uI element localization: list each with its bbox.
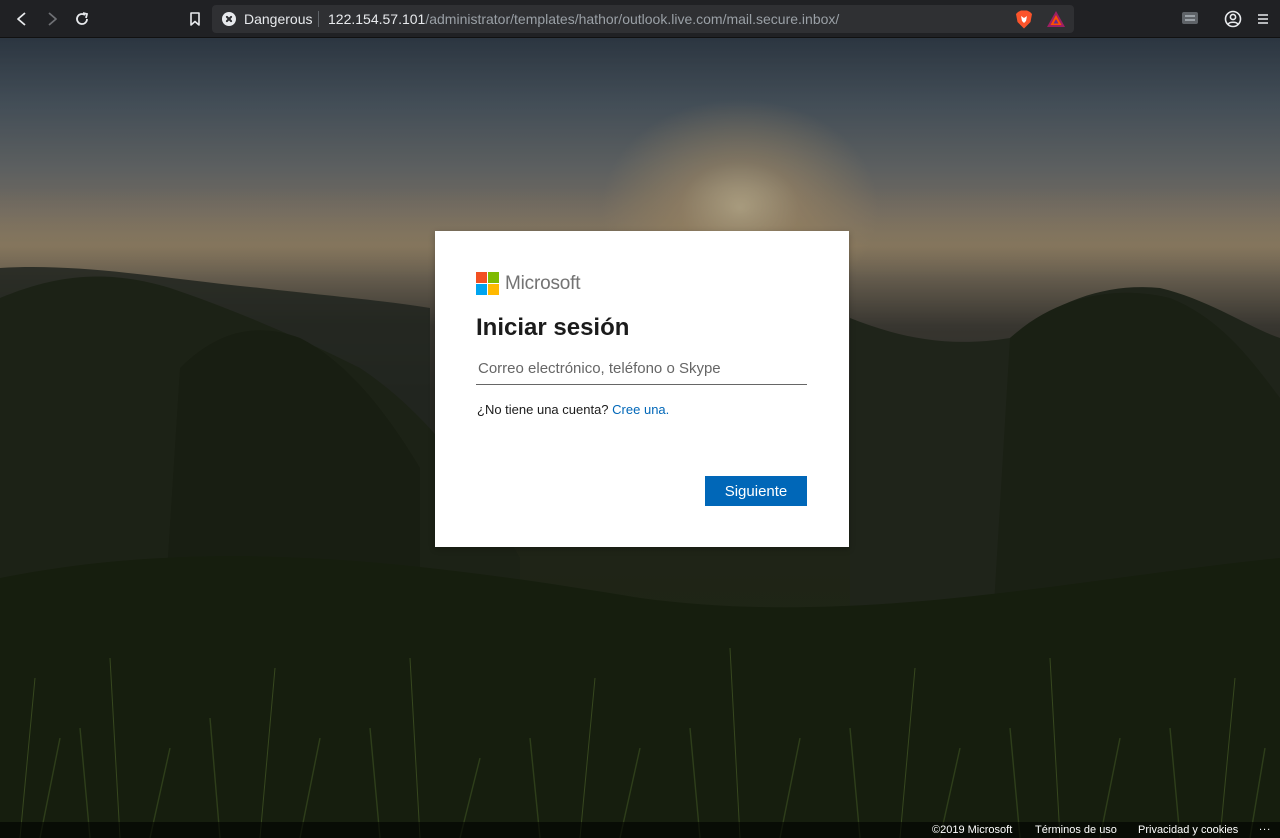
email-input[interactable] [476, 353, 807, 385]
next-button[interactable]: Siguiente [705, 476, 807, 506]
forward-icon[interactable] [40, 7, 64, 31]
reload-icon[interactable] [70, 7, 94, 31]
footer-more-button[interactable]: ... [1259, 821, 1271, 833]
footer: ©2019 Microsoft Términos de uso Privacid… [0, 821, 1280, 838]
footer-copyright: ©2019 Microsoft [932, 824, 1013, 836]
create-account-link[interactable]: Cree una. [612, 402, 669, 417]
no-account-row: ¿No tiene una cuenta? Cree una. [477, 402, 669, 417]
login-card: Microsoft Iniciar sesión ¿No tiene una c… [435, 231, 849, 547]
security-chip[interactable]: Dangerous [222, 5, 313, 33]
no-account-text: ¿No tiene una cuenta? [477, 402, 609, 417]
bookmark-icon[interactable] [183, 7, 207, 31]
url-path: /administrator/templates/hathor/outlook.… [425, 11, 840, 27]
url-host: 122.154.57.101 [328, 11, 426, 27]
microsoft-logo: Microsoft [476, 272, 580, 295]
logo-square-green [488, 272, 499, 283]
brand-name: Microsoft [505, 272, 581, 294]
menu-icon[interactable] [1251, 7, 1275, 31]
danger-icon [222, 12, 236, 26]
omnibox-divider [318, 11, 319, 27]
logo-square-blue [476, 284, 487, 295]
footer-privacy-link[interactable]: Privacidad y cookies [1138, 824, 1238, 836]
microsoft-logo-icon [476, 272, 499, 295]
browser-toolbar: Dangerous 122.154.57.101/administrator/t… [0, 0, 1280, 38]
logo-square-red [476, 272, 487, 283]
profile-icon[interactable] [1221, 7, 1245, 31]
logo-square-yellow [488, 284, 499, 295]
extension-icon[interactable] [1182, 12, 1198, 24]
security-label: Dangerous [244, 11, 313, 27]
back-icon[interactable] [10, 7, 34, 31]
bat-rewards-icon[interactable] [1047, 11, 1065, 32]
brave-shield-icon[interactable] [1015, 10, 1033, 34]
url-text[interactable]: 122.154.57.101/administrator/templates/h… [328, 5, 839, 33]
page-title: Iniciar sesión [476, 314, 630, 341]
address-bar[interactable]: Dangerous 122.154.57.101/administrator/t… [212, 5, 1074, 33]
footer-terms-link[interactable]: Términos de uso [1035, 824, 1117, 836]
